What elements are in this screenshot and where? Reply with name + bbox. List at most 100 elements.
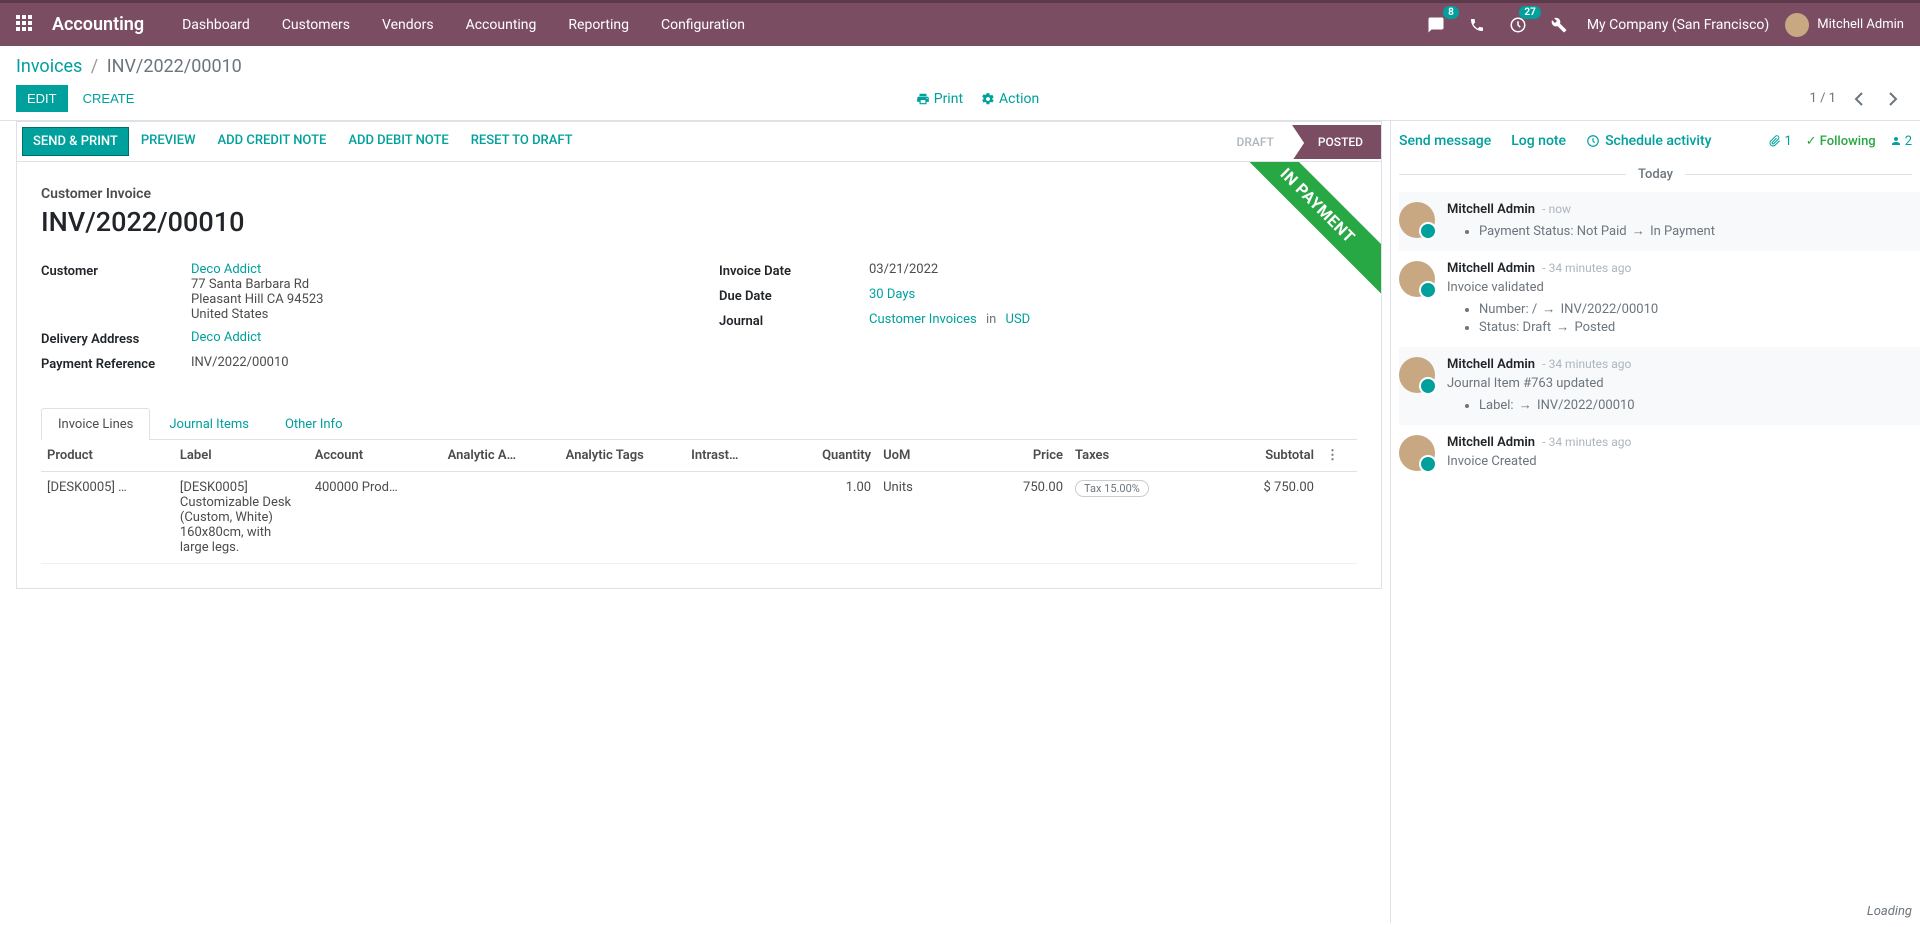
message-avatar [1399, 435, 1435, 471]
tab-invoice-lines[interactable]: Invoice Lines [41, 408, 150, 440]
invdate-value: 03/21/2022 [869, 262, 1357, 279]
doc-title: INV/2022/00010 [41, 206, 1357, 238]
message-time: - 34 minutes ago [1542, 435, 1631, 449]
message-change-item: Status: Draft → Posted [1479, 319, 1912, 335]
loading-label: Loading [1867, 904, 1912, 919]
send-print-button[interactable]: SEND & PRINT [22, 127, 129, 156]
user-avatar [1785, 13, 1809, 37]
reset-draft-button[interactable]: RESET TO DRAFT [461, 127, 583, 156]
addr-line-1: 77 Santa Barbara Rd [191, 277, 679, 292]
activities-badge: 27 [1519, 6, 1540, 19]
col-account[interactable]: Account [309, 440, 442, 472]
message-avatar [1399, 357, 1435, 393]
cell-price: 750.00 [966, 472, 1069, 564]
breadcrumb-parent[interactable]: Invoices [16, 56, 82, 77]
nav-accounting[interactable]: Accounting [452, 9, 551, 41]
duedate-value[interactable]: 30 Days [869, 287, 915, 302]
chatter: Send message Log note Schedule activity … [1390, 121, 1920, 923]
nav-configuration[interactable]: Configuration [647, 9, 759, 41]
customer-label: Customer [41, 262, 191, 322]
table-options-icon[interactable]: ⋮ [1326, 448, 1339, 463]
doc-type-label: Customer Invoice [41, 186, 1357, 202]
nav-reporting[interactable]: Reporting [554, 9, 643, 41]
print-button[interactable]: Print [916, 91, 963, 107]
pager-prev[interactable] [1848, 87, 1870, 110]
tax-tag: Tax 15.00% [1075, 480, 1149, 497]
create-button[interactable]: CREATE [72, 85, 146, 112]
person-icon [1890, 134, 1902, 148]
message-author: Mitchell Admin [1447, 261, 1535, 276]
col-uom[interactable]: UoM [877, 440, 966, 472]
add-debit-note-button[interactable]: ADD DEBIT NOTE [338, 127, 458, 156]
delivery-link[interactable]: Deco Addict [191, 330, 261, 345]
col-analytic-account[interactable]: Analytic A… [442, 440, 560, 472]
status-posted[interactable]: POSTED [1292, 125, 1381, 159]
send-message-button[interactable]: Send message [1399, 133, 1491, 149]
cell-label: [DESK0005] Customizable Desk (Custom, Wh… [174, 472, 309, 564]
print-icon [916, 92, 930, 106]
apps-icon[interactable] [16, 15, 36, 35]
phone-icon[interactable] [1465, 13, 1489, 37]
duedate-label: Due Date [719, 287, 869, 304]
preview-button[interactable]: PREVIEW [131, 127, 206, 156]
gear-icon [981, 92, 995, 106]
table-row[interactable]: [DESK0005] … [DESK0005] Customizable Des… [41, 472, 1357, 564]
attachment-count[interactable]: 1 [1769, 134, 1791, 149]
activities-icon[interactable]: 27 [1505, 12, 1531, 38]
pager-next[interactable] [1882, 87, 1904, 110]
tab-journal-items[interactable]: Journal Items [152, 408, 266, 440]
invoice-lines-table: Product Label Account Analytic A… Analyt… [41, 440, 1357, 564]
nav-dashboard[interactable]: Dashboard [168, 9, 264, 41]
message-text: Invoice Created [1447, 454, 1912, 469]
col-analytic-tags[interactable]: Analytic Tags [560, 440, 686, 472]
col-price[interactable]: Price [966, 440, 1069, 472]
col-label[interactable]: Label [174, 440, 309, 472]
action-button[interactable]: Action [981, 91, 1039, 107]
message-time: - 34 minutes ago [1542, 357, 1631, 371]
message-author: Mitchell Admin [1447, 202, 1535, 217]
currency-link[interactable]: USD [1006, 312, 1031, 327]
edit-button[interactable]: EDIT [16, 85, 68, 112]
message-avatar [1399, 261, 1435, 297]
form-view: SEND & PRINT PREVIEW ADD CREDIT NOTE ADD… [0, 121, 1390, 923]
message: Mitchell Admin - 34 minutes ago Journal I… [1399, 347, 1920, 425]
col-quantity[interactable]: Quantity [774, 440, 877, 472]
company-selector[interactable]: My Company (San Francisco) [1587, 17, 1769, 33]
message-change-item: Label: → INV/2022/00010 [1479, 397, 1912, 413]
col-subtotal[interactable]: Subtotal [1202, 440, 1320, 472]
cell-quantity: 1.00 [774, 472, 877, 564]
message-change-item: Payment Status: Not Paid → In Payment [1479, 223, 1912, 239]
tab-other-info[interactable]: Other Info [268, 408, 360, 440]
payref-label: Payment Reference [41, 355, 191, 372]
col-intrastat[interactable]: Intrast… [685, 440, 774, 472]
messages-badge: 8 [1443, 6, 1459, 19]
messages-icon[interactable]: 8 [1423, 12, 1449, 38]
message: Mitchell Admin - 34 minutes ago Invoice C… [1399, 425, 1920, 481]
cell-uom: Units [877, 472, 966, 564]
clock-icon [1586, 134, 1600, 148]
nav-customers[interactable]: Customers [268, 9, 364, 41]
followers-button[interactable]: 2 [1890, 134, 1912, 149]
following-button[interactable]: ✓ Following [1806, 134, 1876, 149]
customer-link[interactable]: Deco Addict [191, 262, 261, 277]
message-text: Journal Item #763 updated [1447, 376, 1912, 391]
journal-label: Journal [719, 312, 869, 329]
col-taxes[interactable]: Taxes [1069, 440, 1202, 472]
message-time: - now [1542, 202, 1571, 216]
status-draft[interactable]: DRAFT [1210, 125, 1291, 159]
addr-line-2: Pleasant Hill CA 94523 [191, 292, 679, 307]
message-author: Mitchell Admin [1447, 435, 1535, 450]
col-product[interactable]: Product [41, 440, 174, 472]
form-sheet: IN PAYMENT Customer Invoice INV/2022/000… [16, 162, 1382, 589]
user-menu[interactable]: Mitchell Admin [1785, 13, 1904, 37]
journal-link[interactable]: Customer Invoices [869, 312, 977, 327]
app-title: Accounting [52, 14, 144, 35]
add-credit-note-button[interactable]: ADD CREDIT NOTE [208, 127, 337, 156]
debug-icon[interactable] [1547, 13, 1571, 37]
nav-vendors[interactable]: Vendors [368, 9, 448, 41]
schedule-activity-button[interactable]: Schedule activity [1586, 133, 1711, 149]
cell-account: 400000 Prod… [309, 472, 442, 564]
addr-line-3: United States [191, 307, 679, 322]
message-author: Mitchell Admin [1447, 357, 1535, 372]
log-note-button[interactable]: Log note [1511, 133, 1566, 149]
